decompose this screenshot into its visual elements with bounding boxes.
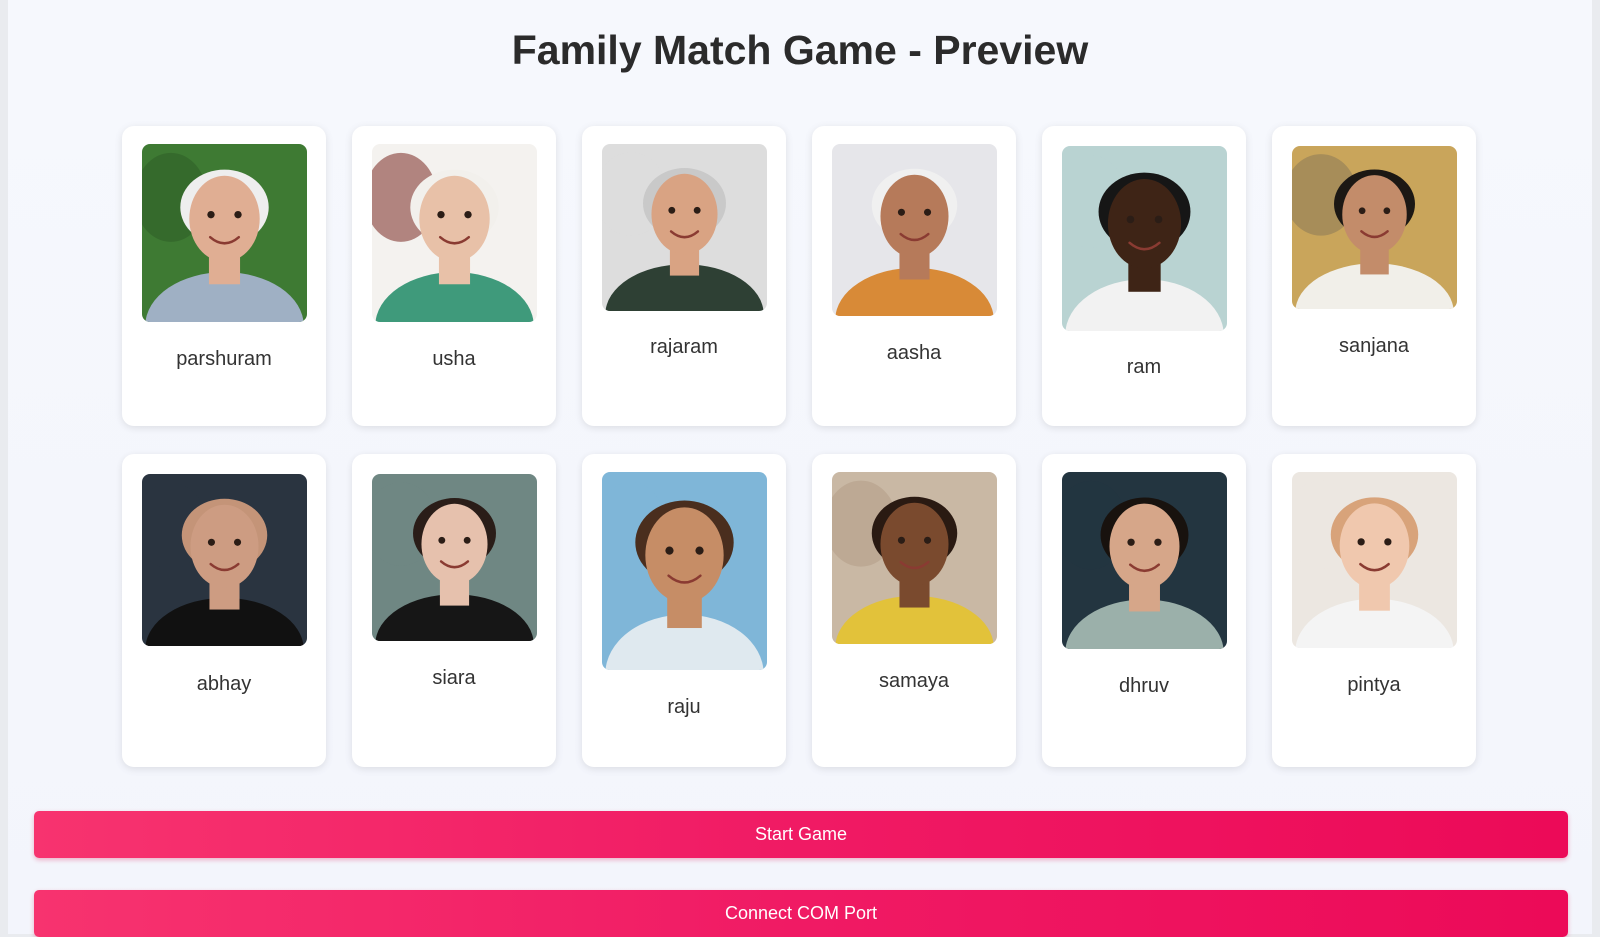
card-dhruv[interactable]: dhruv <box>1042 454 1246 767</box>
portrait-image <box>371 474 537 641</box>
portrait-eye-left <box>897 536 905 544</box>
photo-siara <box>371 474 537 641</box>
card-parshuram[interactable]: parshuram <box>122 126 326 426</box>
portrait-eye-right <box>233 210 242 219</box>
card-name: pintya <box>1347 674 1401 696</box>
portrait-face <box>644 507 724 603</box>
portrait-eye-left <box>1358 207 1366 215</box>
portrait-image <box>141 144 307 322</box>
photo-raju <box>601 472 767 670</box>
portrait-eye-left <box>436 210 445 219</box>
portrait-face <box>1339 503 1409 589</box>
card-name: aasha <box>886 342 942 364</box>
card-name: samaya <box>878 670 950 692</box>
portrait-eye-right <box>233 538 241 546</box>
photo-ram <box>1061 146 1227 331</box>
card-name: dhruv <box>1118 675 1170 697</box>
portrait-image <box>831 144 997 316</box>
portrait-eye-right <box>694 546 704 555</box>
portrait-eye-right <box>693 206 701 214</box>
portrait-image <box>1061 146 1227 331</box>
portrait-face <box>188 175 260 262</box>
photo-abhay <box>141 474 307 646</box>
card-usha[interactable]: usha <box>352 126 556 426</box>
photo-rajaram <box>601 144 767 311</box>
portrait-image <box>1291 146 1457 309</box>
card-name: abhay <box>196 673 252 695</box>
portrait-eye-right <box>463 536 471 544</box>
portrait-face <box>879 502 949 586</box>
start-game-button[interactable]: Start Game <box>34 811 1568 858</box>
portrait-image <box>601 472 767 670</box>
portrait-eye-left <box>437 536 445 544</box>
photo-usha <box>371 144 537 322</box>
portrait-image <box>831 472 997 644</box>
card-ram[interactable]: ram <box>1042 126 1246 426</box>
page-title: Family Match Game - Preview <box>511 27 1089 73</box>
portrait-face <box>1341 175 1407 254</box>
portrait-face <box>418 175 490 262</box>
portrait-face <box>1108 503 1180 590</box>
page: Family Match Game - Preview parshuram us… <box>8 0 1592 937</box>
card-abhay[interactable]: abhay <box>122 454 326 767</box>
card-name: parshuram <box>176 348 272 370</box>
card-rajaram[interactable]: rajaram <box>582 126 786 426</box>
card-aasha[interactable]: aasha <box>812 126 1016 426</box>
card-grid: parshuram usha rajaram aasha ram sanjana… <box>122 126 1482 767</box>
portrait-eye-right <box>1382 207 1390 215</box>
card-sanjana[interactable]: sanjana <box>1272 126 1476 426</box>
portrait-image <box>141 474 307 646</box>
card-samaya[interactable]: samaya <box>812 454 1016 767</box>
card-pintya[interactable]: pintya <box>1272 454 1476 767</box>
portrait-face <box>189 504 259 588</box>
card-name: sanjana <box>1338 335 1410 357</box>
portrait-face <box>650 173 718 255</box>
card-siara[interactable]: siara <box>352 454 556 767</box>
portrait-face <box>1107 179 1181 269</box>
portrait-eye-left <box>207 538 215 546</box>
photo-pintya <box>1291 472 1457 648</box>
portrait-eye-left <box>1126 538 1135 546</box>
connect-com-port-button[interactable]: Connect COM Port <box>34 890 1568 937</box>
portrait-eye-right <box>1383 538 1392 546</box>
portrait-image <box>601 144 767 311</box>
photo-dhruv <box>1061 472 1227 649</box>
photo-parshuram <box>141 144 307 322</box>
portrait-image <box>1061 472 1227 649</box>
portrait-face <box>420 503 488 585</box>
portrait-eye-right <box>923 208 931 216</box>
portrait-eye-left <box>667 206 675 214</box>
portrait-face <box>879 174 949 258</box>
portrait-eye-left <box>664 546 674 555</box>
portrait-eye-left <box>206 210 215 219</box>
photo-aasha <box>831 144 997 316</box>
portrait-eye-left <box>897 208 905 216</box>
card-name: ram <box>1126 356 1162 378</box>
portrait-image <box>1291 472 1457 648</box>
portrait-eye-right <box>463 210 472 219</box>
card-name: siara <box>432 667 476 689</box>
portrait-eye-right <box>1154 215 1162 224</box>
card-raju[interactable]: raju <box>582 454 786 767</box>
photo-sanjana <box>1291 146 1457 309</box>
portrait-eye-right <box>923 536 931 544</box>
card-name: raju <box>667 696 701 718</box>
portrait-eye-right <box>1153 538 1162 546</box>
card-name: rajaram <box>650 336 718 358</box>
portrait-eye-left <box>1126 215 1134 224</box>
portrait-eye-left <box>1356 538 1365 546</box>
card-name: usha <box>432 348 476 370</box>
portrait-image <box>371 144 537 322</box>
photo-samaya <box>831 472 997 644</box>
